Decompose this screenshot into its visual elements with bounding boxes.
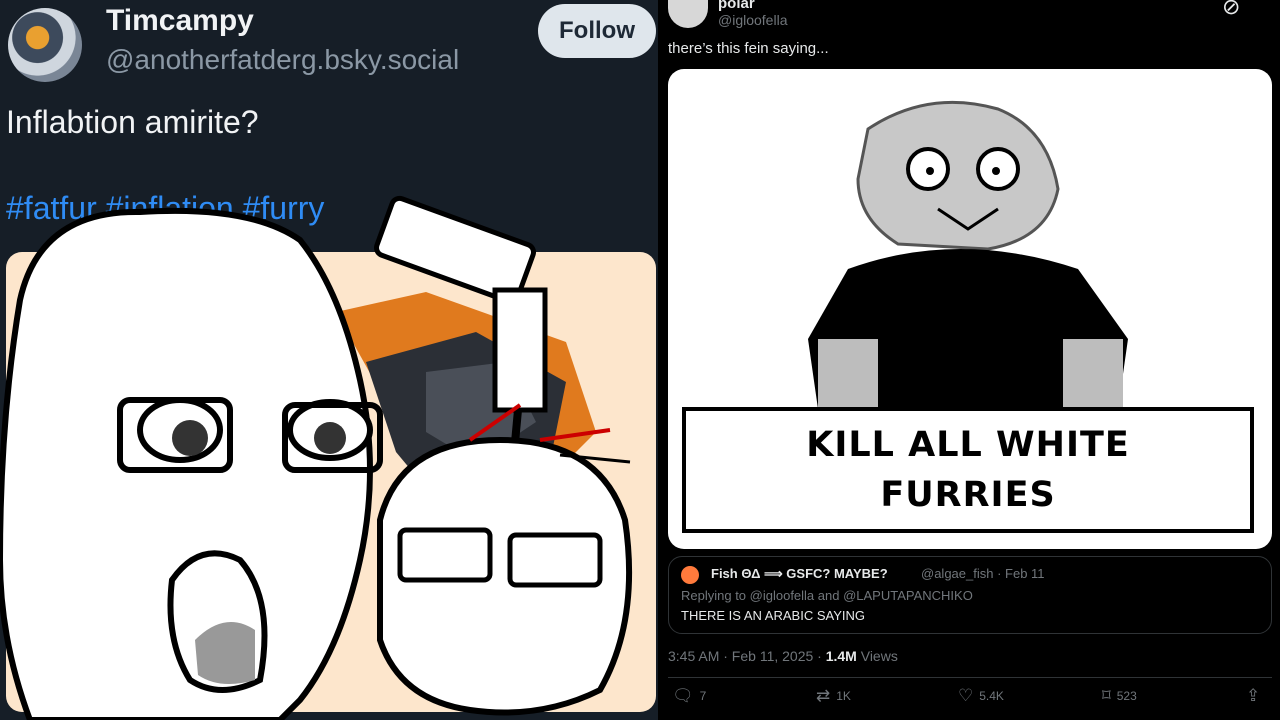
like-button[interactable]: ♡ 5.4K: [958, 686, 1004, 706]
repost-count: 1K: [836, 689, 851, 703]
right-post-panel: polar @igloofella ⊘ there’s this fein sa…: [658, 0, 1280, 720]
like-count: 5.4K: [979, 689, 1004, 703]
bookmark-icon: ⌑: [1102, 686, 1111, 705]
grok-icon[interactable]: ⊘: [1222, 0, 1240, 20]
repost-icon: ⇄: [816, 686, 831, 705]
action-bar: 🗨︎ 7 ⇄ 1K ♡ 5.4K ⌑ 523 ⇪: [658, 686, 1280, 712]
reply-count: 7: [699, 689, 707, 703]
quoted-post[interactable]: Fish ΘΔ ⟹ GSFC? MAYBE? @algae_fish · Feb…: [668, 556, 1272, 634]
bookmark-count: 523: [1116, 689, 1137, 703]
quoted-replying-to: Replying to @igloofella and @LAPUTAPANCH…: [681, 588, 973, 603]
sign-line-2: FURRIES: [880, 475, 1056, 515]
quoted-author-avatar: [681, 566, 699, 584]
wojak-meme-overlay: [0, 195, 633, 720]
author-display-name[interactable]: polar: [718, 0, 755, 12]
post-timestamp[interactable]: 3:45 AM · Feb 11, 2025 ·: [668, 648, 826, 664]
reply-button[interactable]: 🗨︎ 7: [672, 686, 706, 706]
post-text: there’s this fein saying...: [668, 40, 829, 57]
reply-icon: 🗨︎: [672, 686, 694, 705]
author-handle[interactable]: @igloofella: [718, 12, 787, 28]
author-avatar[interactable]: [668, 0, 708, 28]
post-image[interactable]: KILL ALL WHITE FURRIES: [668, 69, 1272, 549]
quoted-text: THERE IS AN ARABIC SAYING: [681, 608, 865, 623]
quoted-author-name: Fish ΘΔ ⟹ GSFC? MAYBE?: [711, 566, 888, 581]
post-meta: 3:45 AM · Feb 11, 2025 · 1.4M Views: [668, 648, 898, 664]
share-button[interactable]: ⇪: [1246, 686, 1260, 706]
views-label: Views: [856, 648, 898, 664]
repost-button[interactable]: ⇄ 1K: [816, 686, 851, 706]
heart-icon: ♡: [958, 686, 974, 705]
bookmark-button[interactable]: ⌑ 523: [1102, 686, 1137, 706]
views-count: 1.4M: [825, 648, 857, 664]
kill-sign: KILL ALL WHITE FURRIES: [682, 407, 1254, 533]
left-post-panel: Timcampy @anotherfatderg.bsky.social Fol…: [0, 0, 658, 720]
sign-line-1: KILL ALL WHITE: [806, 425, 1130, 465]
quoted-author-handle: @algae_fish · Feb 11: [921, 566, 1045, 581]
divider: [668, 677, 1272, 678]
share-icon: ⇪: [1246, 686, 1261, 705]
